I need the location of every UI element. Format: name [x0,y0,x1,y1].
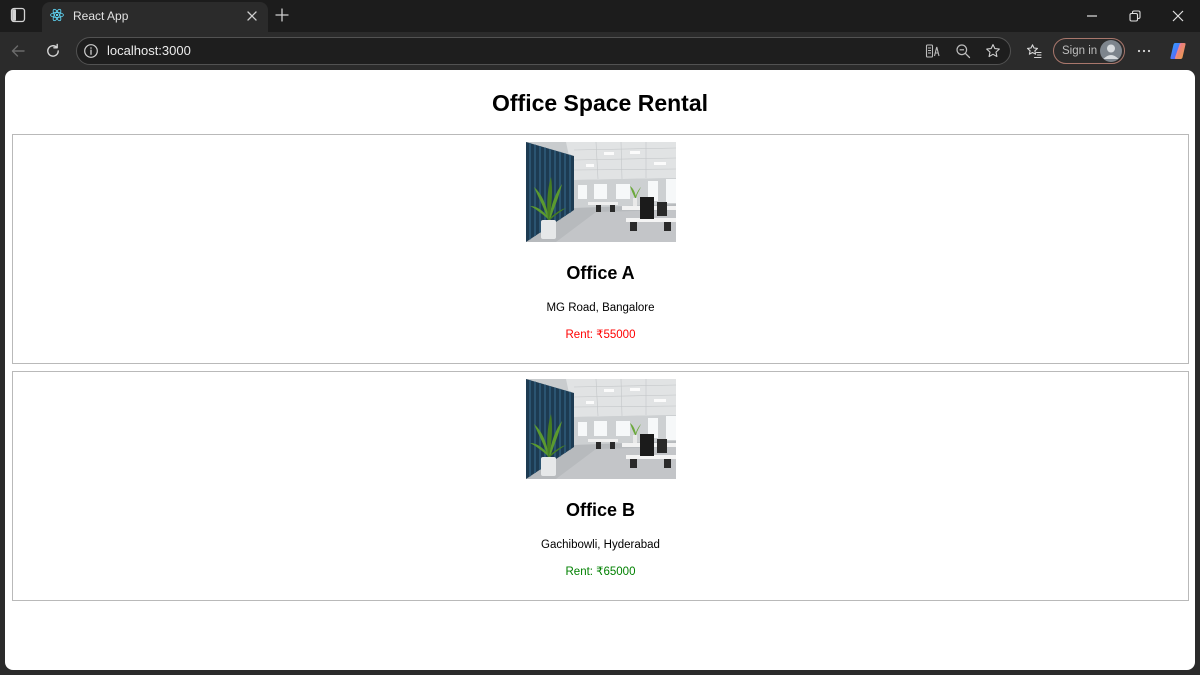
url-text[interactable]: localhost:3000 [107,38,191,64]
office-name: Office B [565,500,635,520]
page-title: Office Space Rental [491,90,709,116]
office-rent: Rent: ₹65000 [565,566,636,578]
restore-button[interactable] [1113,0,1157,32]
office-card: Office A MG Road, Bangalore Rent: ₹55000 [12,134,1189,364]
avatar [1100,40,1122,62]
profile-label: Sign in [1062,45,1098,57]
info-icon[interactable] [83,43,99,59]
react-logo-icon [50,8,64,22]
title-bar: React App [0,0,1200,32]
browser-tab[interactable]: React App [42,2,268,32]
close-icon [1172,10,1184,22]
copilot-icon[interactable] [1168,41,1188,61]
back-arrow-icon[interactable] [10,43,26,59]
profile-button[interactable]: Sign in [1053,38,1125,64]
tab-title: React App [73,9,129,23]
office-address: Gachibowli, Hyderabad [541,539,660,551]
refresh-icon[interactable] [45,43,61,59]
address-bar[interactable]: localhost:3000 [76,37,1011,65]
more-icon[interactable] [1136,43,1152,59]
close-window-button[interactable] [1156,0,1200,32]
restore-icon [1129,10,1141,22]
office-card: Office B Gachibowli, Hyderabad Rent: ₹65… [12,371,1189,601]
favorites-icon[interactable] [1026,43,1042,59]
star-icon[interactable] [985,43,1001,59]
browser-toolbar: localhost:3000 Sign in [0,32,1200,70]
office-image [526,142,676,242]
zoom-out-icon[interactable] [955,43,971,59]
page-viewport: Office Space Rental Office A MG Road, Ba… [5,70,1195,670]
minimize-icon [1087,15,1097,17]
office-rent: Rent: ₹55000 [565,329,636,341]
office-name: Office A [566,263,635,283]
new-tab-plus-icon[interactable] [274,7,290,23]
close-tab-icon[interactable] [245,9,259,23]
office-image [526,379,676,479]
tab-actions-icon[interactable] [10,7,26,23]
immersive-reader-icon[interactable] [925,43,941,59]
office-address: MG Road, Bangalore [546,302,655,314]
minimize-button[interactable] [1070,0,1114,32]
